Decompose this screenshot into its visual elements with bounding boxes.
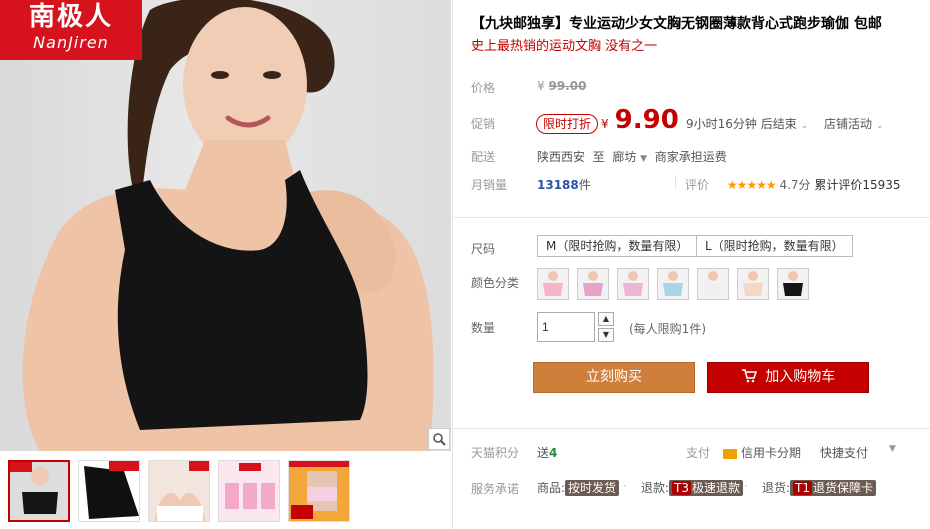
service-return-text: 退货保障卡	[813, 481, 874, 495]
service-refund-text: 极速退款	[692, 481, 741, 495]
price-label: 价格	[471, 81, 496, 95]
rating-score: 4.7分	[779, 178, 811, 192]
delivery-to: 廊坊	[612, 150, 637, 164]
shop-activity-label: 店铺活动	[824, 117, 873, 131]
brand-logo-cn: 南极人	[28, 2, 113, 32]
thumbnail-4[interactable]	[218, 460, 280, 522]
add-to-cart-label: 加入购物车	[765, 369, 836, 385]
promo-badge: 限时打折	[536, 114, 599, 134]
delivery-to-word: 至	[592, 150, 605, 164]
delivery-info: 陕西西安 至 廊坊 ▼ 商家承担运费	[537, 148, 727, 165]
quantity-limit-note: (每人限购1件)	[629, 322, 706, 336]
caret-down-icon[interactable]: ▼	[889, 444, 896, 454]
monthly-sales-label: 月销量	[471, 178, 508, 192]
color-swatch-1[interactable]	[537, 268, 569, 300]
monthly-sales-count: 13188	[537, 178, 579, 192]
add-to-cart-button[interactable]: 加入购物车	[707, 362, 869, 393]
monthly-sales: 13188件	[537, 176, 591, 193]
caret-down-icon: ▼	[640, 154, 648, 164]
service-refund-label: 退款:	[641, 481, 670, 495]
brand-logo-en: NanJiren	[33, 33, 109, 52]
thumbnail-1[interactable]	[8, 460, 70, 522]
original-price: ¥ 99.00	[537, 79, 586, 93]
payment-quick[interactable]: 快捷支付	[820, 444, 868, 461]
product-gallery: 南极人 NanJiren	[0, 0, 451, 529]
credit-card-icon	[723, 448, 737, 459]
shop-activity-dropdown[interactable]: 店铺活动 ⌄	[824, 115, 883, 132]
size-option-l[interactable]: L（限时抢购，数量有限）	[696, 235, 853, 257]
service-goods: 商品: 按时发货	[537, 479, 620, 496]
service-refund-tag: T3 极速退款	[669, 480, 744, 496]
promo-price-value: 9.90	[614, 105, 679, 135]
chevron-down-icon: ⌄	[875, 121, 884, 131]
delivery-from: 陕西西安	[537, 150, 586, 164]
review-total[interactable]: 累计评价15935	[814, 178, 900, 192]
delivery-note: 商家承担运费	[654, 150, 727, 164]
quantity-increase-button[interactable]: ▲	[598, 312, 614, 326]
color-label: 颜色分类	[471, 276, 520, 290]
thumbnail-5[interactable]	[288, 460, 350, 522]
size-option-m[interactable]: M（限时抢购，数量有限）	[537, 235, 698, 257]
color-swatch-4[interactable]	[657, 268, 689, 300]
points-prefix: 送	[537, 446, 550, 460]
model-photo	[22, 0, 434, 451]
rating-block[interactable]: 评价 ★★★★★ 4.7分 累计评价15935	[685, 176, 901, 193]
service-return: 退货: T1 退货保障卡	[762, 479, 877, 496]
separator-dot: ·	[623, 479, 627, 493]
countdown-text: 9小时16分钟 后结束	[686, 117, 797, 131]
separator-dot: ·	[744, 479, 748, 493]
rating-label: 评价	[685, 178, 710, 192]
product-title: 【九块邮独享】专业运动少女文胸无钢圈薄款背心式跑步瑜伽 包邮	[471, 16, 882, 32]
service-refund-lead: T3	[672, 481, 692, 495]
divider	[453, 217, 930, 218]
color-swatch-6[interactable]	[737, 268, 769, 300]
divider	[675, 175, 676, 189]
color-swatch-7[interactable]	[777, 268, 809, 300]
buy-now-button[interactable]: 立刻购买	[533, 362, 695, 393]
service-refund: 退款: T3 极速退款	[641, 479, 744, 496]
payment-label: 支付	[686, 446, 711, 460]
brand-logo: 南极人 NanJiren	[0, 0, 142, 60]
color-swatch-5[interactable]	[697, 268, 729, 300]
thumbnail-2[interactable]	[78, 460, 140, 522]
promo-price-currency: ¥	[601, 117, 609, 131]
product-subtitle: 史上最热销的运动文胸 没有之一	[471, 39, 658, 54]
points-number: 4	[549, 446, 558, 460]
credit-label: 信用卡分期	[741, 446, 802, 460]
thumbnail-strip	[0, 460, 451, 526]
quantity-label: 数量	[471, 321, 496, 335]
promo-label: 促销	[471, 117, 496, 131]
promo-countdown[interactable]: 9小时16分钟 后结束 ⌄	[686, 115, 808, 132]
delivery-to-dropdown[interactable]: 廊坊 ▼	[612, 150, 647, 164]
service-goods-label: 商品:	[537, 481, 566, 495]
points-value: 送4	[537, 444, 557, 461]
delivery-label: 配送	[471, 150, 496, 164]
monthly-sales-unit: 件	[578, 178, 591, 192]
original-price-value: 99.00	[548, 79, 587, 93]
color-swatch-3[interactable]	[617, 268, 649, 300]
service-goods-tag: 按时发货	[565, 480, 620, 496]
service-return-label: 退货:	[762, 481, 791, 495]
service-return-tag: T1 退货保障卡	[790, 480, 877, 496]
star-rating-icon: ★★★★★	[726, 178, 777, 192]
quantity-decrease-button[interactable]: ▼	[598, 328, 614, 342]
quantity-input[interactable]	[537, 312, 595, 342]
size-label: 尺码	[471, 242, 496, 256]
divider	[453, 428, 930, 429]
original-price-currency: ¥	[537, 79, 545, 93]
main-product-image[interactable]: 南极人 NanJiren	[0, 0, 451, 451]
chevron-down-icon: ⌄	[800, 121, 809, 131]
service-label: 服务承诺	[471, 482, 520, 496]
product-info: 【九块邮独享】专业运动少女文胸无钢圈薄款背心式跑步瑜伽 包邮 史上最热销的运动文…	[452, 0, 930, 529]
points-label: 天猫积分	[471, 446, 520, 460]
color-swatch-2[interactable]	[577, 268, 609, 300]
payment-credit[interactable]: 信用卡分期	[723, 444, 801, 461]
cart-icon	[741, 369, 765, 385]
product-page: 南极人 NanJiren 【九块邮独享】专业运动少女文胸无钢圈薄款背心式跑步瑜伽…	[0, 0, 930, 529]
promo-price: ¥9.90	[601, 105, 679, 135]
magnifier-icon[interactable]	[428, 428, 450, 450]
thumbnail-3[interactable]	[148, 460, 210, 522]
service-return-lead: T1	[793, 481, 813, 495]
